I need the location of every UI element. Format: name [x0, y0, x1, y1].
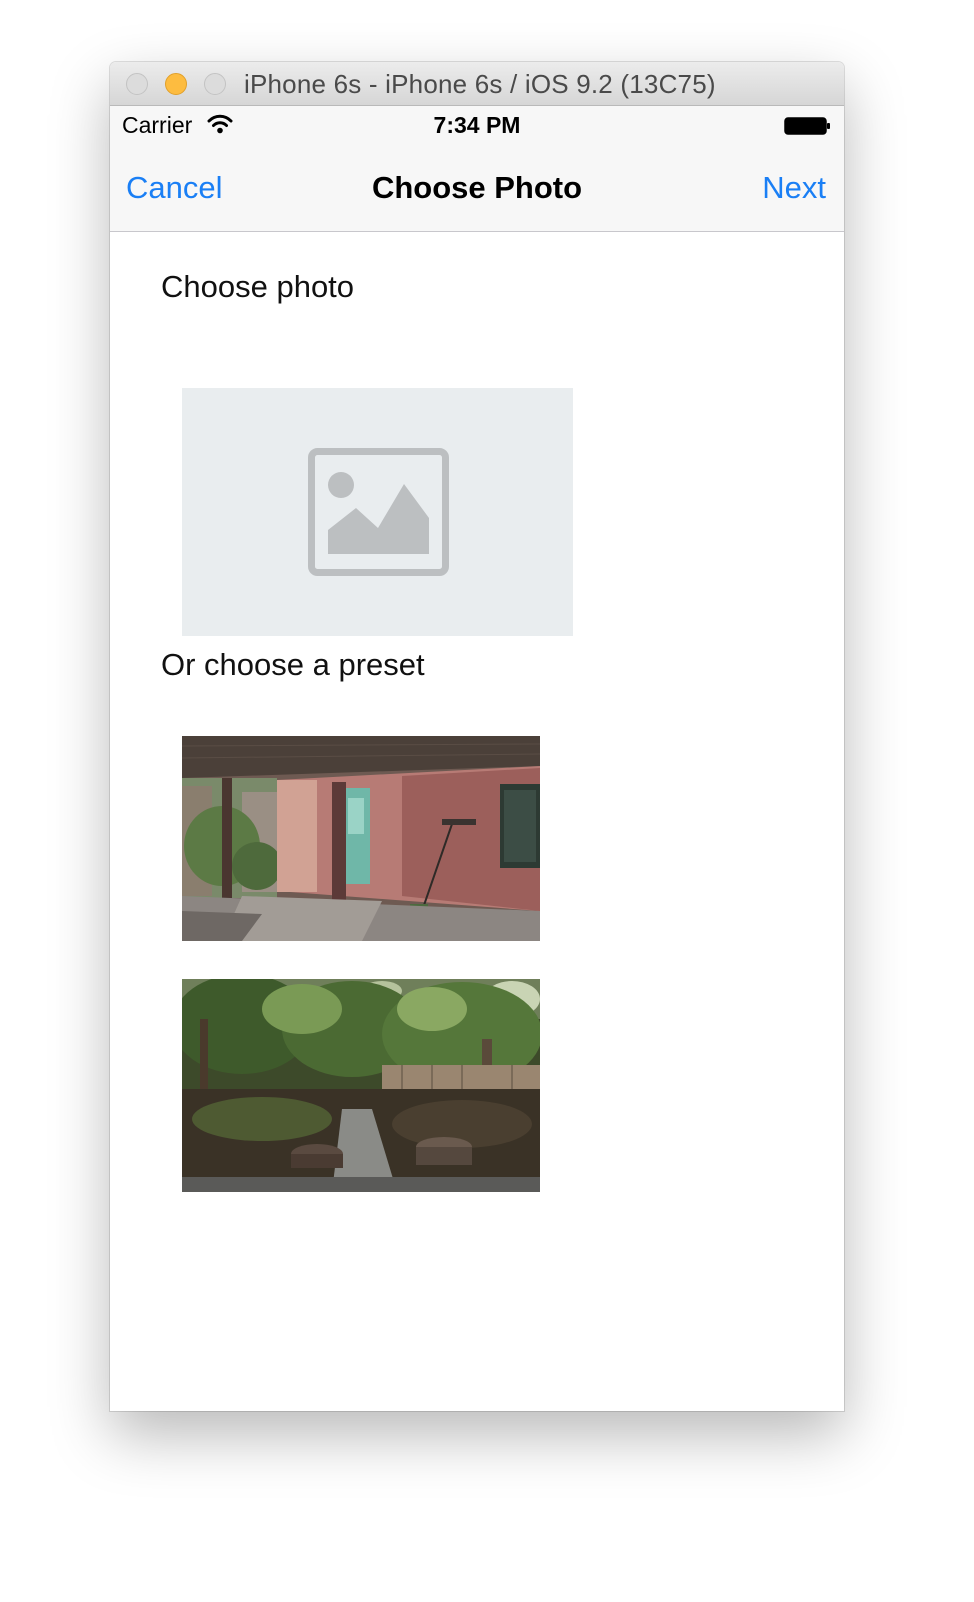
- preset-heading: Or choose a preset: [161, 647, 425, 682]
- preset-photo-garden[interactable]: [182, 979, 540, 1192]
- phone-screen: Carrier 7:34 PM Cancel Choose Photo Next…: [110, 106, 844, 1411]
- window-titlebar: iPhone 6s - iPhone 6s / iOS 9.2 (13C75): [110, 62, 844, 106]
- image-placeholder-icon: [308, 448, 449, 576]
- battery-icon: [784, 117, 830, 135]
- navigation-bar: Cancel Choose Photo Next: [110, 146, 844, 232]
- preset-photo-porch[interactable]: [182, 736, 540, 941]
- window-close-button[interactable]: [126, 73, 148, 95]
- nav-title: Choose Photo: [371, 170, 583, 205]
- status-time: 7:34 PM: [433, 112, 521, 138]
- window-zoom-button[interactable]: [204, 73, 226, 95]
- garden-photo-image: [182, 979, 540, 1192]
- simulator-window: iPhone 6s - iPhone 6s / iOS 9.2 (13C75) …: [110, 62, 844, 1411]
- window-minimize-button[interactable]: [165, 73, 187, 95]
- choose-photo-heading: Choose photo: [161, 269, 355, 304]
- status-bar: Carrier 7:34 PM: [110, 106, 844, 146]
- window-title: iPhone 6s - iPhone 6s / iOS 9.2 (13C75): [244, 69, 716, 99]
- porch-photo-image: [182, 736, 540, 941]
- choose-photo-placeholder[interactable]: [182, 388, 573, 636]
- next-button[interactable]: Next: [762, 170, 826, 206]
